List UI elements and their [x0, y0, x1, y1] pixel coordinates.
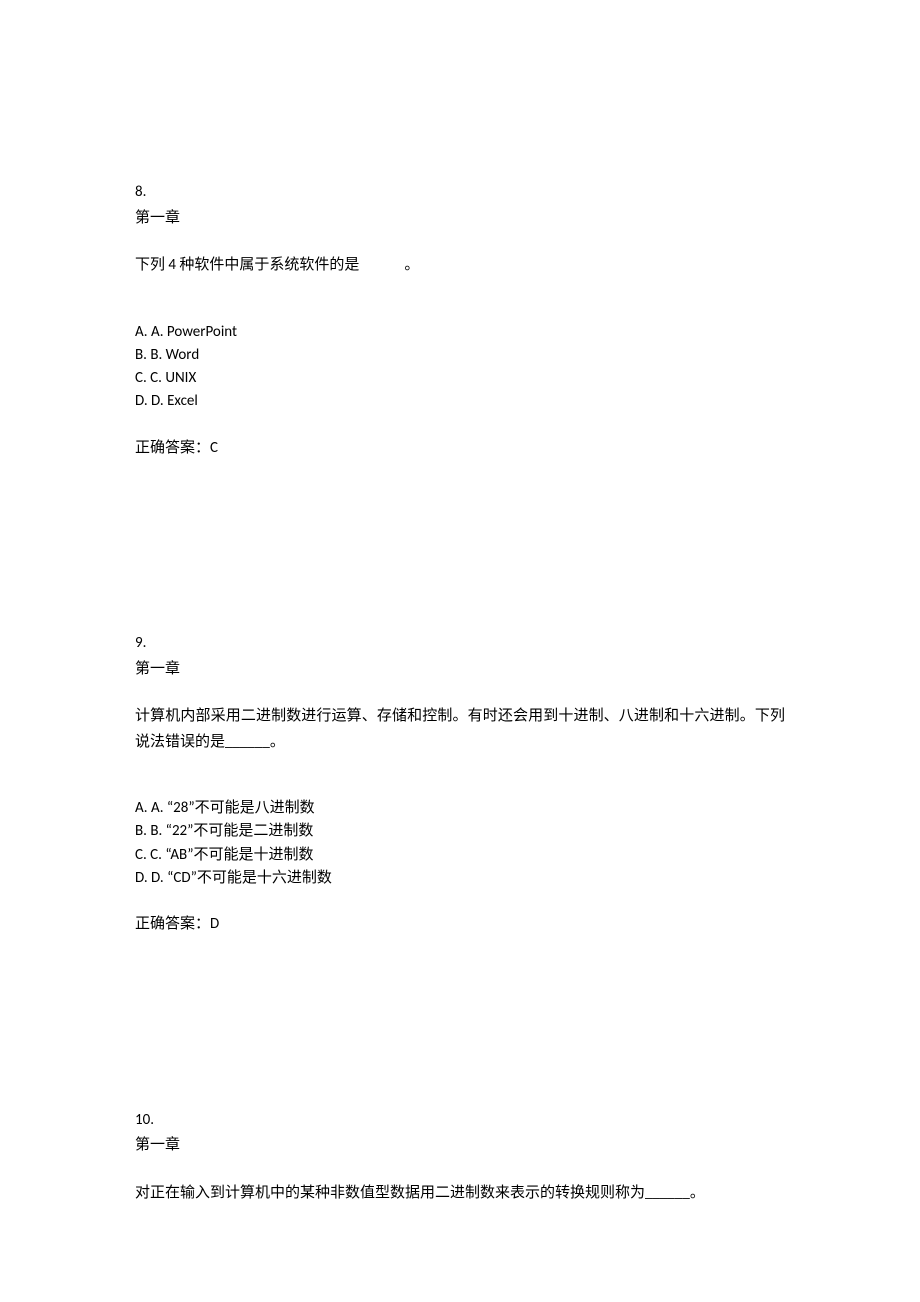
- question-number: 8.: [135, 180, 785, 206]
- question-options: A. A. “28”不可能是八进制数 B. B. “22”不可能是二进制数 C.…: [135, 797, 785, 890]
- question-text: 计算机内部采用二进制数进行运算、存储和控制。有时还会用到十进制、八进制和十六进制…: [135, 704, 785, 755]
- option-c: C. C. UNIX: [135, 367, 785, 390]
- option-d: D. D. Excel: [135, 390, 785, 413]
- document-page: 8. 第一章 下列 4 种软件中属于系统软件的是 。 A. A. PowerPo…: [0, 0, 920, 1298]
- question-text: 对正在输入到计算机中的某种非数值型数据用二进制数来表示的转换规则称为______…: [135, 1181, 785, 1207]
- question-number: 10.: [135, 1108, 785, 1134]
- question-number: 9.: [135, 631, 785, 657]
- option-a: A. A. “28”不可能是八进制数: [135, 797, 785, 820]
- question-text: 下列 4 种软件中属于系统软件的是 。: [135, 253, 785, 279]
- option-b: B. B. Word: [135, 344, 785, 367]
- question-answer: 正确答案：D: [135, 912, 785, 938]
- question-9: 9. 第一章 计算机内部采用二进制数进行运算、存储和控制。有时还会用到十进制、八…: [135, 631, 785, 938]
- question-8: 8. 第一章 下列 4 种软件中属于系统软件的是 。 A. A. PowerPo…: [135, 180, 785, 461]
- question-10: 10. 第一章 对正在输入到计算机中的某种非数值型数据用二进制数来表示的转换规则…: [135, 1108, 785, 1207]
- question-chapter: 第一章: [135, 1133, 785, 1159]
- option-a: A. A. PowerPoint: [135, 321, 785, 344]
- question-chapter: 第一章: [135, 206, 785, 232]
- question-answer: 正确答案：C: [135, 436, 785, 462]
- option-d: D. D. “CD”不可能是十六进制数: [135, 867, 785, 890]
- option-b: B. B. “22”不可能是二进制数: [135, 820, 785, 843]
- option-c: C. C. “AB”不可能是十进制数: [135, 844, 785, 867]
- question-options: A. A. PowerPoint B. B. Word C. C. UNIX D…: [135, 321, 785, 414]
- question-chapter: 第一章: [135, 657, 785, 683]
